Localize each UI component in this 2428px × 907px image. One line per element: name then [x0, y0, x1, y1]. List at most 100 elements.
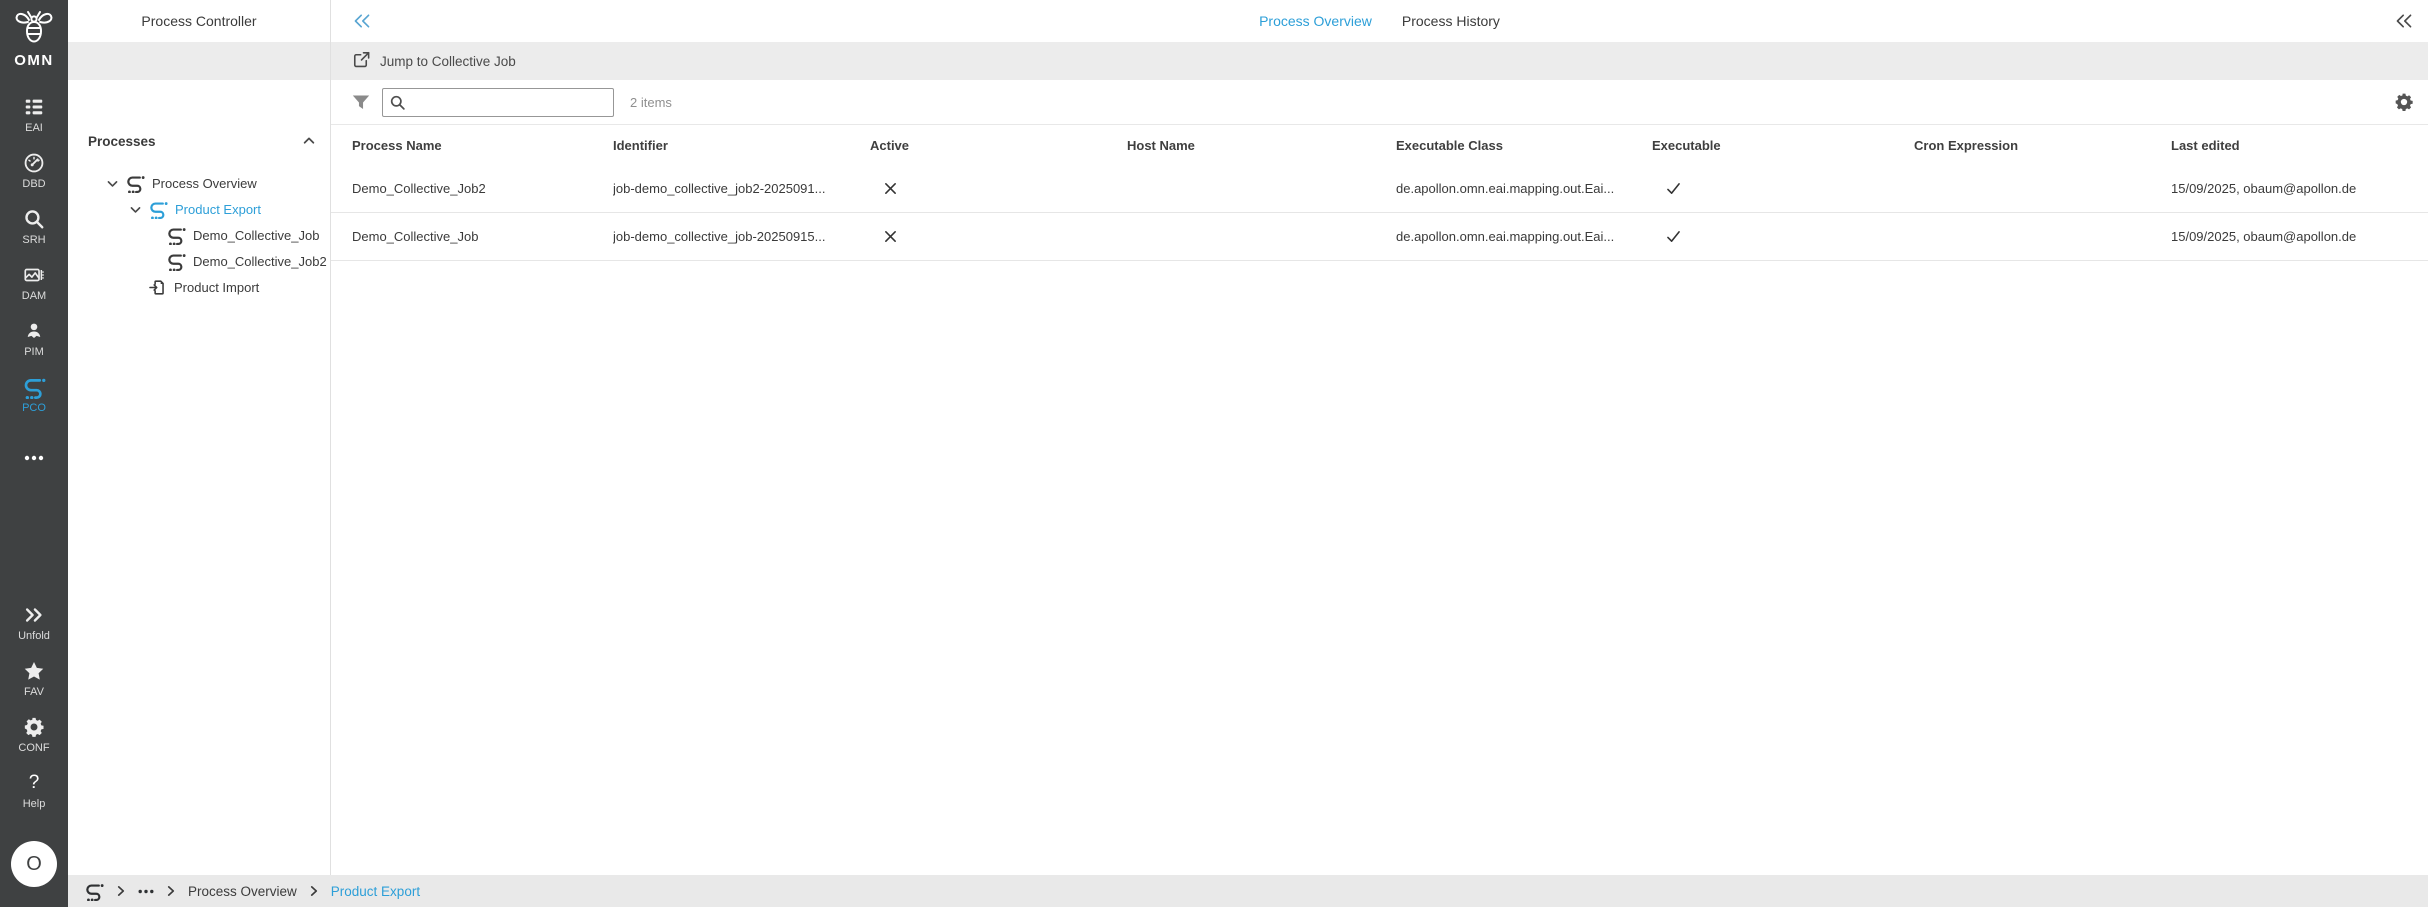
toolbar-band-main: Jump to Collective Job: [331, 42, 2428, 80]
chevron-down-icon[interactable]: [106, 177, 119, 190]
chevron-down-icon[interactable]: [129, 203, 142, 216]
table-empty-area: [331, 261, 2428, 875]
breadcrumb-process-overview[interactable]: Process Overview: [188, 884, 297, 899]
gear-icon: [23, 715, 45, 739]
question-icon: ?: [29, 771, 40, 795]
tree-item-process-overview[interactable]: Process Overview: [68, 170, 330, 196]
filter-icon[interactable]: [352, 94, 370, 111]
person-icon: [23, 319, 45, 343]
column-header[interactable]: Cron Expression: [1914, 138, 2171, 153]
rail-item-label: CONF: [18, 742, 49, 754]
tree-item-label: Process Overview: [152, 176, 257, 191]
rail-item-label: SRH: [22, 234, 45, 246]
column-header[interactable]: Host Name: [1127, 138, 1396, 153]
toolbar-band-left: [68, 42, 331, 80]
double-chevron-right-icon: [23, 603, 45, 627]
table-row[interactable]: Demo_Collective_Job2 job-demo_collective…: [331, 165, 2428, 213]
column-header[interactable]: Identifier: [613, 138, 870, 153]
jump-to-collective-job-button[interactable]: Jump to Collective Job: [352, 50, 516, 72]
cell-executable-class: de.apollon.omn.eai.mapping.out.Eai...: [1396, 181, 1652, 196]
avatar-initial: O: [26, 853, 42, 876]
cell-last-edited: 15/09/2025, obaum@apollon.de: [2171, 181, 2407, 196]
collapse-right-button[interactable]: [2394, 12, 2414, 30]
tree-item-label: Product Import: [174, 280, 259, 295]
process-flow-icon: [148, 200, 168, 219]
cell-process-name: Demo_Collective_Job: [352, 229, 613, 244]
tree-item-demo-collective-job[interactable]: Demo_Collective_Job: [68, 222, 330, 248]
process-flow-icon: [22, 375, 46, 399]
rail-item-pim[interactable]: PIM: [0, 319, 68, 375]
tab-process-overview[interactable]: Process Overview: [1259, 13, 1372, 29]
rail-item-fav[interactable]: FAV: [0, 659, 68, 715]
check-icon: [1666, 182, 1914, 195]
toolbar-band: Jump to Collective Job: [68, 42, 2428, 80]
cross-icon: [884, 182, 1127, 195]
column-header[interactable]: Executable: [1652, 138, 1914, 153]
search-row: 2 items: [331, 80, 2428, 125]
cell-executable-class: de.apollon.omn.eai.mapping.out.Eai...: [1396, 229, 1652, 244]
rail-item-label: DAM: [22, 290, 46, 302]
breadcrumb-ellipsis-icon[interactable]: [138, 889, 154, 894]
rail-item-pco[interactable]: PCO: [0, 375, 68, 431]
rail-item-label: EAI: [25, 122, 43, 134]
tree-section-title: Processes: [88, 134, 156, 149]
tree-item-label: Demo_Collective_Job2: [193, 254, 327, 269]
column-header[interactable]: Process Name: [352, 138, 613, 153]
share-icon: [352, 50, 371, 72]
tree-item-demo-collective-job2[interactable]: Demo_Collective_Job2: [68, 248, 330, 274]
check-icon: [1666, 230, 1914, 243]
process-flow-icon[interactable]: [84, 882, 104, 901]
rail-item-help[interactable]: ? Help: [0, 771, 68, 827]
cell-process-name: Demo_Collective_Job2: [352, 181, 613, 196]
user-avatar[interactable]: O: [11, 841, 57, 887]
rail-item-eai[interactable]: EAI: [0, 95, 68, 151]
main-content: 2 items Process Name Identifier Active H…: [331, 80, 2428, 875]
content-column: Process Controller Process Overview Proc…: [68, 0, 2428, 907]
column-header[interactable]: Executable Class: [1396, 138, 1652, 153]
main-top-bar: Process Overview Process History: [331, 0, 2428, 42]
process-flow-icon: [125, 174, 145, 193]
cell-identifier: job-demo_collective_job2-2025091...: [613, 181, 870, 196]
tree-section-header: Processes: [68, 128, 330, 154]
cell-last-edited: 15/09/2025, obaum@apollon.de: [2171, 229, 2407, 244]
chevron-up-icon[interactable]: [302, 134, 316, 148]
rail-more-button[interactable]: [24, 445, 44, 469]
process-tree-panel: Processes: [68, 80, 331, 875]
rail-item-unfold[interactable]: Unfold: [0, 603, 68, 659]
logo-label: OMN: [14, 52, 54, 69]
tab-process-history[interactable]: Process History: [1402, 13, 1500, 29]
panel-title: Process Controller: [68, 0, 331, 42]
chevron-right-icon: [115, 885, 127, 897]
table-header-row: Process Name Identifier Active Host Name…: [331, 125, 2428, 165]
module-rail: OMN EAI: [0, 0, 68, 907]
tree-item-product-import[interactable]: Product Import: [68, 274, 330, 300]
process-flow-icon: [166, 226, 186, 245]
search-icon: [389, 94, 406, 111]
tree-item-label: Product Export: [175, 202, 261, 217]
tree-item-product-export[interactable]: Product Export: [68, 196, 330, 222]
omn-logo[interactable]: OMN: [11, 8, 57, 69]
media-icon: [23, 263, 45, 287]
column-header[interactable]: Active: [870, 138, 1127, 153]
rail-item-dam[interactable]: DAM: [0, 263, 68, 319]
ellipsis-icon: [24, 448, 44, 466]
rail-item-dbd[interactable]: DBD: [0, 151, 68, 207]
column-header[interactable]: Last edited: [2171, 138, 2407, 153]
search-input[interactable]: [411, 89, 613, 116]
cell-identifier: job-demo_collective_job-20250915...: [613, 229, 870, 244]
breadcrumb-product-export[interactable]: Product Export: [331, 884, 420, 899]
rail-item-conf[interactable]: CONF: [0, 715, 68, 771]
double-chevron-left-icon: [2394, 12, 2414, 30]
table-settings-gear-icon[interactable]: [2394, 92, 2414, 112]
rail-item-srh[interactable]: SRH: [0, 207, 68, 263]
bee-icon: [11, 8, 57, 51]
collapse-panel-button[interactable]: [352, 12, 372, 30]
rail-item-label: PIM: [24, 346, 44, 358]
rail-item-label: Help: [23, 798, 46, 810]
dashboard-icon: [23, 151, 45, 175]
table-row[interactable]: Demo_Collective_Job job-demo_collective_…: [331, 213, 2428, 261]
chevron-right-icon: [308, 885, 320, 897]
main-tabs: Process Overview Process History: [1259, 13, 1500, 29]
rail-bottom: Unfold FAV CONF ? He: [0, 603, 68, 901]
jump-button-label: Jump to Collective Job: [380, 54, 516, 69]
